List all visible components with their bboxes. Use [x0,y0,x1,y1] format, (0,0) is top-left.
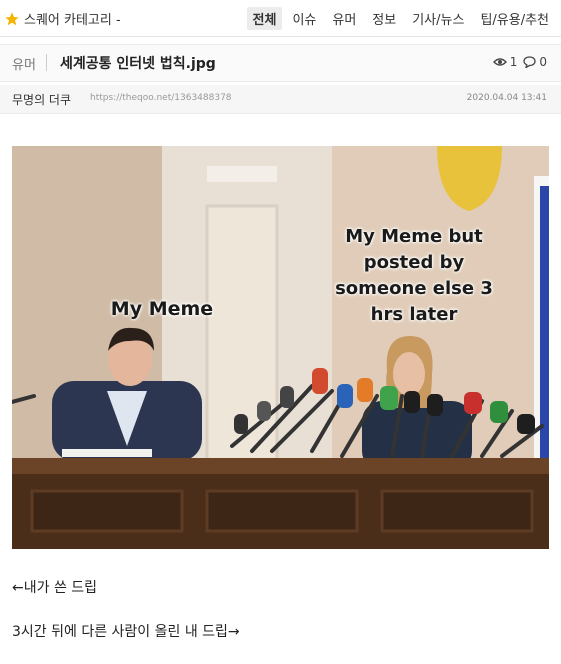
nav-tab-info[interactable]: 정보 [366,7,402,30]
meme-caption-right: My Meme but posted by someone else 3 hrs… [335,226,493,325]
nav-tab-issue[interactable]: 이슈 [286,7,322,30]
press-conference-illustration [12,146,549,549]
category-label: 스퀘어 카테고리 - [24,13,121,28]
post-meta-bar: 무명의 더쿠 https://theqoo.net/1363488378 202… [0,85,561,114]
nav-tab-news[interactable]: 기사/뉴스 [406,7,470,30]
board-label[interactable]: 유머 [12,54,36,73]
comment-icon [523,56,537,68]
category-nav: 전체 이슈 유머 정보 기사/뉴스 팁/유용/추천 [243,7,555,30]
post-body-line: 3시간 뒤에 다른 사람이 올린 내 드립→ [12,624,240,640]
author-name: 무명의 더쿠 [12,93,72,107]
post-url[interactable]: https://theqoo.net/1363488378 [90,93,232,103]
post-date: 2020.04.04 13:41 [466,93,547,103]
eye-icon [492,58,507,66]
star-icon [5,11,19,25]
meme-image: My Meme My Meme but posted by someone el… [12,146,549,549]
meme-caption-left: My Meme [110,298,214,320]
nav-tab-humor[interactable]: 유머 [326,7,362,30]
divider [46,54,47,71]
view-count: 1 [509,55,518,69]
category-menu[interactable]: 스퀘어 카테고리 - [4,9,121,28]
post-title: 세계공통 인터넷 법칙.jpg [60,56,216,72]
post-body-line: ←내가 쓴 드립 [12,580,98,596]
top-bar: 스퀘어 카테고리 - 전체 이슈 유머 정보 기사/뉴스 팁/유용/추천 [0,0,561,37]
nav-tab-all[interactable]: 전체 [246,7,283,30]
nav-tab-tips[interactable]: 팁/유용/추천 [474,7,555,30]
post-title-bar: 유머 세계공통 인터넷 법칙.jpg 1 0 [0,44,561,82]
post-stats: 1 0 [492,55,553,69]
comment-count: 0 [539,55,547,69]
